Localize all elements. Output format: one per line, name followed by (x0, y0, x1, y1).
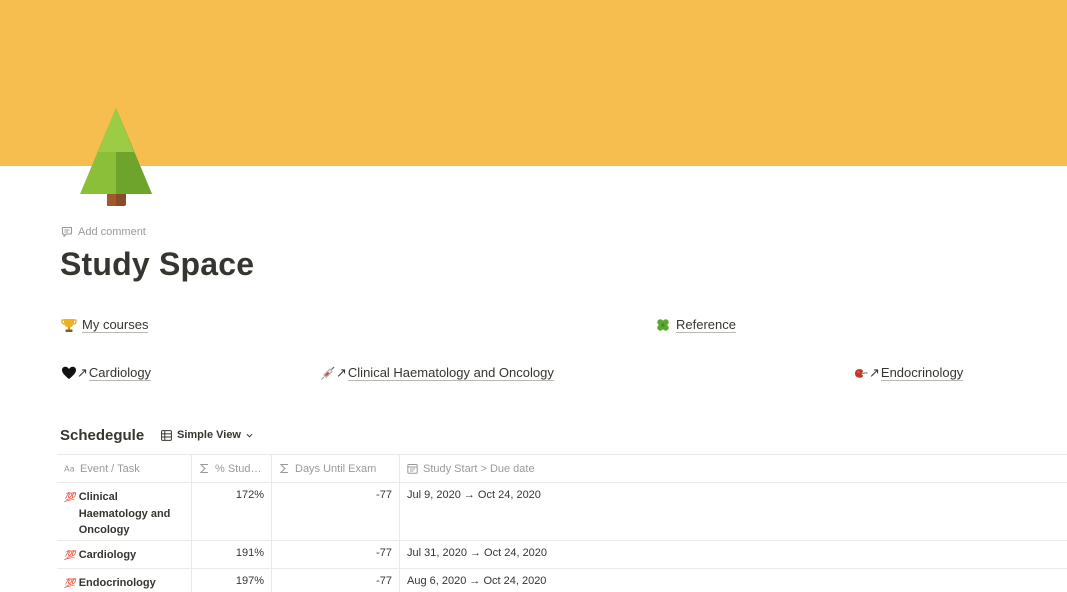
syringe-icon (320, 365, 336, 381)
add-comment-button[interactable]: Add comment (61, 225, 146, 239)
column-header-days[interactable]: Days Until Exam (272, 455, 400, 482)
evergreen-tree-icon[interactable] (76, 104, 156, 208)
formula-icon (279, 463, 288, 474)
formula-icon (199, 463, 208, 474)
comment-icon (61, 226, 73, 238)
chevron-down-icon (246, 433, 253, 438)
column-header-label: Event / Task (80, 462, 140, 475)
database-table: Aa Event / Task % Stud… Days Until Exam … (57, 454, 1067, 592)
cell-days[interactable]: -77 (272, 541, 400, 568)
link-label: Cardiology (88, 365, 152, 381)
cell-percent[interactable]: 197% (192, 569, 272, 592)
cell-event[interactable]: 💯 Cardiology (57, 541, 192, 568)
event-name: Endocrinology (78, 577, 156, 589)
column-header-dates[interactable]: Study Start > Due date (400, 455, 1067, 482)
event-name: Cardiology (78, 549, 137, 561)
table-row[interactable]: 💯 Cardiology 191% -77 Jul 31, 2020 → Oct… (57, 541, 1067, 569)
cell-event[interactable]: 💯 Endocrinology (57, 569, 192, 592)
column-header-label: % Stud… (215, 462, 262, 475)
cell-percent[interactable]: 172% (192, 483, 272, 540)
view-label: Simple View (177, 429, 241, 441)
cell-days[interactable]: -77 (272, 569, 400, 592)
link-arrow-icon: ↗ (336, 365, 347, 380)
event-name: Clinical Haematology and Oncology (78, 491, 171, 536)
database-title[interactable]: Schedegule (60, 427, 144, 444)
view-selector[interactable]: Simple View (161, 429, 253, 441)
column-header-percent[interactable]: % Stud… (192, 455, 272, 482)
link-label: Clinical Haematology and Oncology (347, 365, 554, 381)
hundred-points-icon: 💯 (64, 578, 75, 588)
table-row[interactable]: 💯 Clinical Haematology and Oncology 172%… (57, 483, 1067, 541)
cell-dates[interactable]: Aug 6, 2020 → Oct 24, 2020 (400, 569, 1067, 592)
link-cardiology[interactable]: ↗ Cardiology (61, 364, 152, 382)
link-arrow-icon: ↗ (869, 365, 880, 380)
svg-text:Aa: Aa (64, 464, 75, 474)
cell-dates[interactable]: Jul 9, 2020 → Oct 24, 2020 (400, 483, 1067, 540)
table-view-icon (161, 429, 172, 441)
link-arrow-icon: ↗ (77, 365, 88, 380)
link-clinical-haematology[interactable]: ↗ Clinical Haematology and Oncology (320, 364, 554, 382)
column-header-event[interactable]: Aa Event / Task (57, 455, 192, 482)
title-property-icon: Aa (64, 464, 75, 474)
four-leaf-clover-icon (655, 317, 671, 333)
calendar-icon (407, 464, 418, 474)
trophy-icon (61, 317, 77, 333)
column-header-label: Study Start > Due date (423, 462, 535, 475)
cell-dates[interactable]: Jul 31, 2020 → Oct 24, 2020 (400, 541, 1067, 568)
cell-percent[interactable]: 191% (192, 541, 272, 568)
hundred-points-icon: 💯 (64, 550, 75, 560)
black-heart-icon (61, 365, 77, 381)
cell-event[interactable]: 💯 Clinical Haematology and Oncology (57, 483, 192, 540)
link-label: Endocrinology (880, 365, 964, 381)
add-comment-label: Add comment (78, 226, 146, 238)
link-endocrinology[interactable]: ↗ Endocrinology (853, 364, 964, 382)
page-title[interactable]: Study Space (60, 244, 254, 284)
table-header-row: Aa Event / Task % Stud… Days Until Exam … (57, 455, 1067, 483)
column-header-label: Days Until Exam (295, 462, 377, 475)
link-my-courses[interactable]: My courses (61, 316, 149, 334)
link-label: Reference (676, 317, 736, 333)
link-reference[interactable]: Reference (655, 316, 736, 334)
link-label: My courses (82, 317, 149, 333)
page-cover[interactable] (0, 0, 1067, 166)
hundred-points-icon: 💯 (64, 492, 75, 502)
kidney-icon (853, 365, 869, 381)
cell-days[interactable]: -77 (272, 483, 400, 540)
table-row[interactable]: 💯 Endocrinology 197% -77 Aug 6, 2020 → O… (57, 569, 1067, 592)
